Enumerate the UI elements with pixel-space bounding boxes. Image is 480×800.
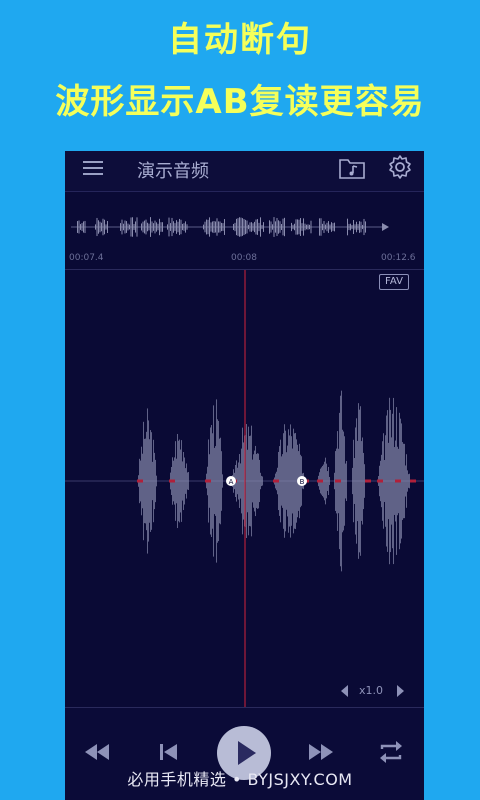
promo-line-2: 波形显示AB复读更容易: [55, 82, 425, 122]
previous-icon[interactable]: [157, 742, 179, 762]
gear-icon[interactable]: [387, 154, 413, 180]
overview-bars: [71, 217, 383, 237]
top-bar: 演示音频: [65, 151, 424, 192]
watermark: 必用手机精选 • BYJSJXY.COM: [127, 770, 353, 789]
speed-increase-icon[interactable]: [397, 685, 404, 697]
time-start: 00:07.4: [69, 253, 104, 263]
speed-value: x1.0: [359, 684, 384, 697]
marker-a[interactable]: A: [226, 476, 236, 486]
fast-forward-icon[interactable]: [307, 742, 335, 762]
music-folder-icon[interactable]: [338, 156, 366, 180]
promo-line-1: 自动断句: [168, 20, 312, 60]
speed-decrease-icon[interactable]: [341, 685, 348, 697]
marker-b-label: B: [300, 478, 305, 486]
menu-icon[interactable]: [83, 160, 103, 176]
audio-title: 演示音频: [137, 161, 209, 182]
fav-button[interactable]: FAV: [379, 274, 409, 290]
marker-b[interactable]: B: [297, 476, 307, 486]
main-waveform[interactable]: AB: [65, 270, 424, 707]
time-mid: 00:08: [231, 253, 257, 263]
play-icon: [238, 741, 256, 765]
overview-play-indicator: [382, 223, 389, 231]
phone-screen: 演示音频 00:07.4 00:08 00:12.6 AB FAV x1.0: [65, 151, 424, 800]
speed-control: x1.0: [341, 681, 405, 699]
time-end: 00:12.6: [381, 253, 416, 263]
rewind-icon[interactable]: [83, 742, 111, 762]
overview-timeline: 00:07.4 00:08 00:12.6: [65, 253, 424, 267]
repeat-icon[interactable]: [377, 738, 405, 766]
overview-waveform[interactable]: [65, 193, 424, 261]
marker-a-label: A: [229, 478, 234, 486]
